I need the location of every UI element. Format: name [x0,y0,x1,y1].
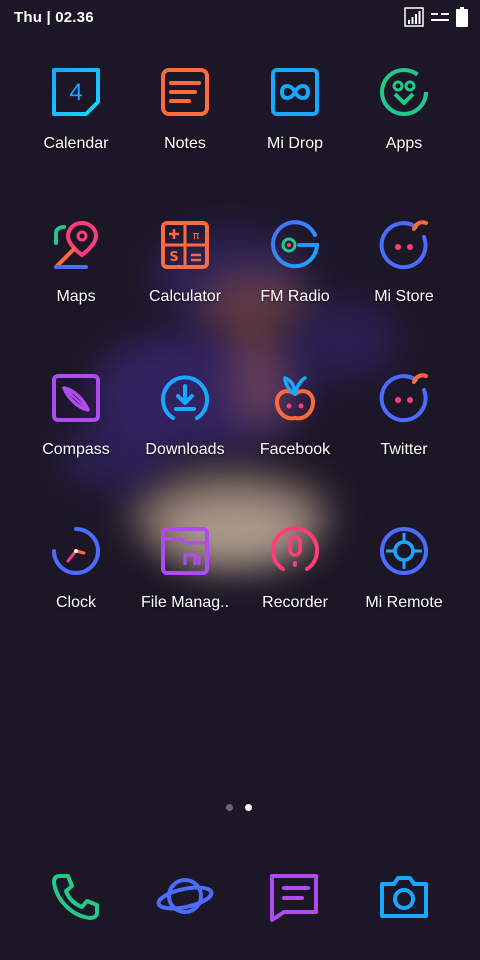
app-label: Maps [56,288,96,305]
app-mi-drop[interactable]: Mi Drop [240,62,350,153]
page-dot[interactable] [226,804,233,811]
app-label: Twitter [380,441,428,458]
app-label: Mi Remote [365,594,443,611]
mi-drop-icon [271,68,319,116]
app-label: Notes [164,135,206,152]
apps-icon [380,68,428,116]
page-indicator [226,804,252,811]
notes-icon [161,68,209,116]
app-label: Clock [55,594,96,611]
svg-text:S: S [169,250,178,265]
app-label: Calendar [43,135,109,152]
calculator-icon: π S [161,221,209,269]
app-clock[interactable]: Clock [21,521,131,612]
camera-icon[interactable] [374,866,434,926]
messages-icon[interactable] [264,866,324,926]
app-maps[interactable]: Maps [21,215,131,306]
calendar-day: 4 [69,79,82,106]
browser-icon[interactable] [155,866,215,926]
app-label: Compass [42,441,110,458]
app-label: FM Radio [260,288,330,305]
app-label: Calculator [148,288,222,305]
app-label: Recorder [262,594,328,611]
status-bar: Thu | 02.36 [0,0,480,34]
mi-remote-icon [380,527,428,575]
app-mi-remote[interactable]: Mi Remote [349,521,459,612]
battery-icon [456,7,468,27]
app-label: Mi Drop [266,135,323,152]
app-notes[interactable]: Notes [130,62,240,153]
downloads-icon [161,375,209,420]
twitter-icon [379,373,428,423]
app-label: Downloads [145,441,225,458]
app-label: Facebook [259,441,331,458]
app-mi-store[interactable]: Mi Store [349,215,459,306]
app-label: Apps [385,135,423,152]
clock-icon [52,527,100,575]
signal-icon [404,7,424,27]
status-icons [404,7,468,27]
dock [0,866,480,926]
app-recorder[interactable]: Recorder [240,521,350,612]
phone-icon[interactable] [46,866,106,926]
file-manager-icon [161,527,209,575]
app-twitter[interactable]: Twitter [349,368,459,459]
app-downloads[interactable]: Downloads [130,368,240,459]
svg-text:π: π [193,229,200,242]
app-calendar[interactable]: 4 Calendar [21,62,131,153]
fm-radio-icon [271,220,320,269]
app-fm-radio[interactable]: FM Radio [240,215,350,306]
app-file-manager[interactable]: File Manag.. [130,521,240,612]
page-dot-active[interactable] [245,804,252,811]
app-apps[interactable]: Apps [349,62,459,153]
calendar-icon: 4 [52,68,100,116]
app-compass[interactable]: Compass [21,368,131,459]
wifi-icon [431,13,449,21]
recorder-icon [271,526,319,571]
app-facebook[interactable]: Facebook [240,368,350,459]
app-label: File Manag.. [140,594,230,611]
mi-store-icon [379,220,428,270]
compass-icon [52,374,100,422]
maps-icon [54,220,99,269]
app-calculator[interactable]: π S Calculator [130,215,240,306]
status-time: Thu | 02.36 [14,9,94,26]
app-label: Mi Store [374,288,434,305]
facebook-icon [275,376,315,421]
